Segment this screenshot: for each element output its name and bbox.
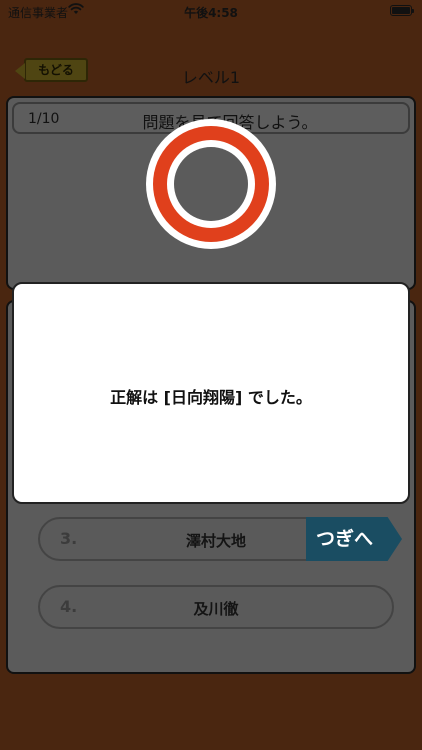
result-dialog: 正解は [日向翔陽] でした。 — [12, 282, 410, 504]
choice-label: 及川徹 — [193, 600, 239, 618]
double-circle-icon — [146, 119, 276, 249]
result-message: 正解は [日向翔陽] でした。 — [110, 388, 312, 407]
choice-button-4[interactable]: 4. 及川徹 — [38, 585, 394, 629]
battery-icon — [390, 5, 414, 16]
question-progress: 1/10 — [28, 111, 60, 127]
clock: 午後4:58 — [184, 6, 238, 20]
status-bar: 通信事業者 午後4:58 — [0, 0, 422, 24]
page-title: レベル1 — [181, 68, 241, 87]
next-button[interactable]: つぎへ — [306, 517, 402, 561]
